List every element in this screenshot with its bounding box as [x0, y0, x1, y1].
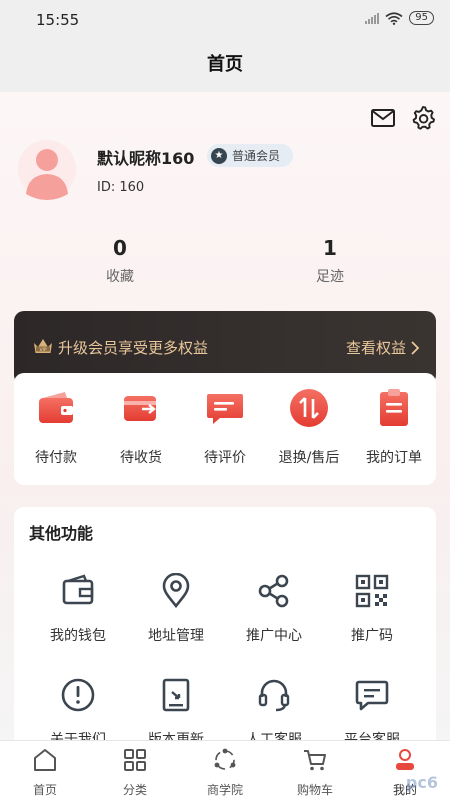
home-icon	[34, 749, 56, 771]
exchange-icon	[290, 389, 328, 427]
headset-icon	[258, 679, 290, 712]
func-about-us[interactable]: 关于我们	[28, 677, 128, 749]
comment-icon	[207, 394, 243, 424]
avatar[interactable]	[18, 138, 76, 200]
stat-value: 1	[323, 236, 337, 260]
mail-icon[interactable]	[369, 104, 397, 132]
order-label: 待收货	[120, 450, 162, 466]
func-label: 推广码	[351, 628, 393, 644]
gear-icon[interactable]	[409, 104, 437, 132]
func-promo-code[interactable]: 推广码	[322, 573, 422, 645]
functions-title: 其他功能	[29, 524, 94, 543]
watermark-logo: pc6	[405, 773, 438, 792]
vip-crown-icon: VIP	[34, 339, 52, 353]
qrcode-icon	[355, 574, 389, 608]
tab-label: 分类	[122, 783, 147, 797]
tab-cart[interactable]: 购物车	[280, 747, 350, 798]
page-title: 首页	[207, 54, 243, 75]
tab-label: 购物车	[296, 783, 333, 797]
order-label: 我的订单	[366, 450, 422, 466]
stat-label: 收藏	[106, 269, 134, 285]
badge-star-icon: ★	[211, 147, 227, 164]
func-label: 我的钱包	[50, 628, 106, 644]
battery-indicator: 95	[409, 11, 434, 25]
orders-card: 待付款 待收货 待评价 退换/售后 我的订单	[14, 373, 436, 485]
tab-bar: 首页 分类 商学院 购物车 我的	[0, 740, 450, 800]
profile-content: 默认昵称160 ★ 普通会员 ID: 160 0 收藏 1 足迹 VIP 升级会…	[0, 92, 450, 748]
clipboard-icon	[380, 389, 408, 426]
signal-icon	[365, 12, 380, 24]
tab-category[interactable]: 分类	[100, 747, 170, 798]
view-benefits-link[interactable]: 查看权益	[346, 337, 420, 358]
func-human-service[interactable]: 人工客服	[224, 677, 324, 749]
func-address[interactable]: 地址管理	[126, 572, 226, 645]
order-label: 待评价	[204, 450, 246, 466]
order-pending-review[interactable]: 待评价	[183, 387, 267, 467]
func-version-update[interactable]: 版本更新	[126, 677, 226, 749]
order-pending-payment[interactable]: 待付款	[14, 387, 98, 467]
user-nickname: 默认昵称160	[97, 149, 195, 168]
func-promo-center[interactable]: 推广中心	[224, 573, 324, 645]
func-label: 推广中心	[246, 628, 302, 644]
grid-icon	[124, 749, 146, 771]
wifi-icon	[385, 11, 403, 25]
view-benefits-label: 查看权益	[345, 339, 406, 357]
share-icon	[258, 574, 289, 608]
order-after-sales[interactable]: 退换/售后	[267, 387, 351, 467]
wallet-icon	[39, 392, 73, 423]
functions-card: 其他功能 我的钱包 地址管理 推广中心 推广码	[14, 507, 436, 749]
member-badge: ★ 普通会员	[207, 144, 294, 167]
status-bar: 15:55 95	[0, 0, 450, 38]
truck-card-icon	[124, 396, 156, 421]
stat-value: 0	[113, 236, 127, 260]
status-time: 15:55	[36, 11, 80, 29]
func-label: 地址管理	[148, 628, 204, 644]
user-id: ID: 160	[97, 180, 145, 195]
wallet-outline-icon	[62, 574, 94, 605]
tab-label: 首页	[32, 783, 57, 797]
order-label: 退换/售后	[278, 450, 340, 466]
info-icon	[61, 678, 95, 712]
message-icon	[355, 680, 389, 711]
tab-label: 商学院	[206, 783, 243, 797]
stat-label: 足迹	[316, 269, 344, 285]
stat-favorites[interactable]: 0 收藏	[75, 236, 165, 286]
order-label: 待付款	[35, 450, 77, 466]
func-my-wallet[interactable]: 我的钱包	[28, 573, 128, 645]
user-icon	[396, 749, 414, 770]
func-platform-service[interactable]: 平台客服	[322, 677, 422, 749]
vip-promo-text: 升级会员享受更多权益	[58, 339, 209, 357]
svg-text:VIP: VIP	[39, 347, 46, 353]
title-bar: 首页	[0, 38, 450, 92]
order-pending-receipt[interactable]: 待收货	[99, 387, 183, 467]
academy-icon	[214, 748, 236, 770]
chevron-right-icon	[411, 340, 420, 355]
order-all[interactable]: 我的订单	[352, 387, 436, 467]
cart-icon	[304, 750, 326, 771]
update-icon	[162, 678, 190, 712]
tab-academy[interactable]: 商学院	[190, 747, 260, 798]
stat-footprints[interactable]: 1 足迹	[285, 236, 375, 286]
member-level: 普通会员	[232, 149, 281, 163]
tab-home[interactable]: 首页	[10, 747, 80, 798]
location-pin-icon	[162, 572, 190, 609]
